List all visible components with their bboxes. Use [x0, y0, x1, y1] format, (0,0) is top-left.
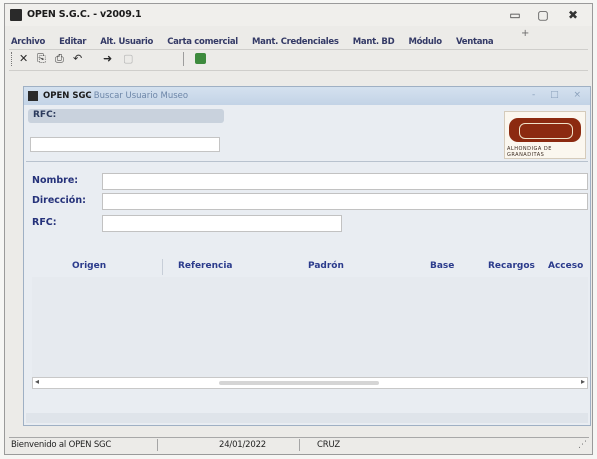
menu-archivo[interactable]: Archivo [11, 37, 45, 47]
close-icon[interactable]: ✕ [19, 53, 28, 65]
resize-grip-icon[interactable]: ⋰ [578, 440, 587, 450]
main-window: OPEN S.G.C. - v2009.1 ▭ ▢ ✖ Archivo Edit… [4, 3, 593, 455]
app-icon [10, 9, 22, 21]
minimize-button[interactable]: ▭ [505, 7, 525, 23]
logo-caption: ALHONDIGA DE GRANADITAS [507, 146, 552, 158]
rfc-input[interactable] [102, 215, 342, 232]
menu-mant-credenciales[interactable]: Mant. Credenciales [252, 37, 339, 47]
window-title: OPEN S.G.C. - v2009.1 [27, 9, 142, 20]
scroll-thumb[interactable] [219, 381, 379, 385]
status-bar: Bienvenido al OPEN SGC 24/01/2022 CRUZ ⋰ [9, 437, 589, 453]
menu-editar[interactable]: Editar [59, 37, 86, 47]
toolbar-separator [183, 52, 184, 66]
rfc-label: RFC: [32, 217, 57, 228]
direccion-input[interactable] [102, 193, 588, 210]
column-acceso[interactable]: Acceso [548, 261, 583, 271]
direccion-label: Dirección: [32, 195, 86, 206]
results-grid-header: Origen Referencia Padrón Base Recargos A… [32, 259, 588, 275]
status-separator [299, 439, 300, 451]
nombre-label: Nombre: [32, 175, 79, 186]
grid-icon[interactable] [195, 53, 206, 64]
menu-carta-comercial[interactable]: Carta comercial [167, 37, 238, 47]
status-separator [157, 439, 158, 451]
scroll-left-icon[interactable]: ◂ [35, 377, 39, 386]
menu-alt-usuario[interactable]: Alt. Usuario [100, 37, 153, 47]
rfc-search-input[interactable] [30, 137, 220, 152]
toolbar-grip[interactable] [11, 52, 14, 66]
status-date: 24/01/2022 [219, 440, 266, 450]
disabled-icon: ▢ [123, 52, 134, 65]
form-window-buttons[interactable]: - □ × [532, 90, 587, 100]
form-subtitle: - Buscar Usuario Museo [88, 91, 189, 101]
toolbar: ✕ ⎘ ⎙ ↶ ➜ ▢ [9, 49, 588, 71]
rfc-group-header[interactable]: RFC: [28, 109, 224, 123]
print-icon[interactable]: ⎙ [55, 53, 64, 65]
forward-icon[interactable]: ➜ [103, 53, 112, 65]
column-padron[interactable]: Padrón [308, 261, 344, 271]
undo-icon[interactable]: ↶ [73, 53, 82, 65]
menu-more-icon[interactable]: + [521, 28, 529, 39]
form-icon [28, 91, 38, 101]
nombre-input[interactable] [102, 173, 588, 190]
scroll-right-icon[interactable]: ▸ [581, 377, 585, 386]
alhondiga-logo: ALHONDIGA DE GRANADITAS [504, 111, 586, 159]
column-base[interactable]: Base [430, 261, 454, 271]
menu-modulo[interactable]: Módulo [408, 37, 442, 47]
search-form-window: OPEN SGC - Buscar Usuario Museo - □ × RF… [23, 86, 591, 426]
column-separator [162, 259, 163, 275]
save-icon[interactable]: ⎘ [37, 53, 46, 65]
form-title: OPEN SGC [43, 91, 92, 101]
logo-emblem [509, 118, 581, 142]
form-title-bar: OPEN SGC - Buscar Usuario Museo - □ × [24, 87, 590, 105]
maximize-button[interactable]: ▢ [533, 7, 553, 23]
menu-ventana[interactable]: Ventana [456, 37, 494, 47]
rfc-group-label: RFC: [33, 110, 57, 120]
column-recargos[interactable]: Recargos [488, 261, 535, 271]
title-bar: OPEN S.G.C. - v2009.1 ▭ ▢ ✖ [5, 4, 592, 26]
menu-bar: Archivo Editar Alt. Usuario Carta comerc… [11, 28, 571, 47]
menu-mant-bd[interactable]: Mant. BD [353, 37, 395, 47]
form-divider [26, 161, 588, 162]
horizontal-scrollbar[interactable]: ◂ ▸ [32, 377, 588, 389]
column-referencia[interactable]: Referencia [178, 261, 233, 271]
status-user: CRUZ [317, 440, 340, 450]
close-button[interactable]: ✖ [563, 7, 583, 23]
form-bottom-edge [26, 413, 588, 423]
status-message: Bienvenido al OPEN SGC [11, 440, 112, 450]
results-grid[interactable] [32, 277, 588, 377]
column-origen[interactable]: Origen [72, 261, 106, 271]
